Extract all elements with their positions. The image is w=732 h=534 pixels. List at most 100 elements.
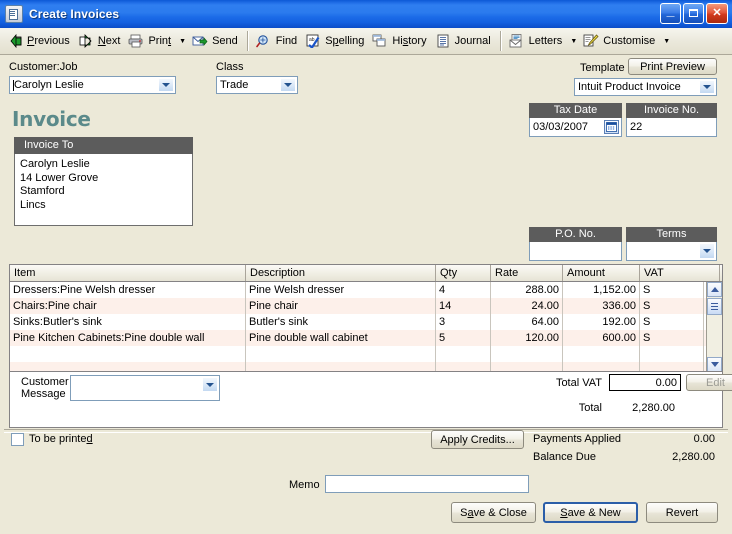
edit-vat-button[interactable]: Edit <box>686 374 732 391</box>
table-row-empty[interactable] <box>10 362 722 371</box>
toolbar-history-button[interactable]: History <box>369 31 431 52</box>
toolbar-letters-label: Letters <box>528 35 563 47</box>
invoice-no-field[interactable]: 22 <box>626 118 717 137</box>
toolbar-next-button[interactable]: Next <box>75 31 126 52</box>
tax-date-header: Tax Date <box>529 103 622 118</box>
chevron-down-icon[interactable] <box>699 243 715 259</box>
chevron-down-icon[interactable] <box>158 78 174 92</box>
cell-amount[interactable]: 600.00 <box>563 330 640 346</box>
toolbar-previous-button[interactable]: Previous <box>4 31 75 52</box>
column-header-description[interactable]: Description <box>246 265 436 281</box>
cell-qty[interactable]: 14 <box>436 298 491 314</box>
table-row[interactable]: Sinks:Butler's sink Butler's sink 3 64.0… <box>10 314 722 330</box>
column-header-amount[interactable]: Amount <box>563 265 640 281</box>
scrollbar-thumb[interactable] <box>707 298 722 315</box>
total-vat-field[interactable]: 0.00 <box>609 374 681 391</box>
template-combobox[interactable]: Intuit Product Invoice <box>574 78 717 96</box>
cell-rate[interactable]: 24.00 <box>491 298 563 314</box>
toolbar-find-button[interactable]: Find <box>253 31 302 52</box>
print-dropdown-arrow-icon[interactable]: ▼ <box>176 31 189 52</box>
save-close-button[interactable]: Save & Close <box>451 502 536 523</box>
history-windows-icon <box>372 34 388 49</box>
cell-qty[interactable]: 4 <box>436 282 491 298</box>
revert-button[interactable]: Revert <box>646 502 718 523</box>
chevron-down-icon[interactable] <box>280 78 296 92</box>
scroll-up-arrow-icon[interactable] <box>707 282 722 297</box>
cell-qty[interactable]: 5 <box>436 330 491 346</box>
column-header-rate[interactable]: Rate <box>491 265 563 281</box>
cell-vat[interactable]: S <box>640 314 704 330</box>
toolbar-spelling-button[interactable]: ab Spelling <box>302 31 369 52</box>
cell-vat[interactable]: S <box>640 298 704 314</box>
column-header-vat[interactable]: VAT <box>640 265 720 281</box>
invoice-to-address[interactable]: Carolyn Leslie 14 Lower Grove Stamford L… <box>14 154 193 226</box>
terms-combobox[interactable] <box>626 242 717 261</box>
calendar-icon[interactable] <box>604 120 619 134</box>
cell-amount[interactable]: 1,152.00 <box>563 282 640 298</box>
cell-description[interactable]: Pine double wall cabinet <box>246 330 436 346</box>
toolbar-customise-button[interactable]: Customise <box>580 31 660 52</box>
save-new-button[interactable]: Save & New <box>543 502 638 523</box>
to-be-printed-checkbox[interactable] <box>11 433 24 446</box>
edit-label: Edit <box>706 376 725 389</box>
print-preview-button[interactable]: Print Preview <box>628 58 717 75</box>
toolbar-journal-label: Journal <box>454 35 491 47</box>
cell-item[interactable]: Pine Kitchen Cabinets:Pine double wall <box>10 330 246 346</box>
cell-rate[interactable]: 64.00 <box>491 314 563 330</box>
apply-credits-button[interactable]: Apply Credits... <box>431 430 524 449</box>
customise-pencil-icon <box>583 33 599 49</box>
cell-vat[interactable]: S <box>640 282 704 298</box>
line-items-scrollbar[interactable] <box>706 282 722 371</box>
address-line: Stamford <box>20 185 65 197</box>
cell-description[interactable]: Pine chair <box>246 298 436 314</box>
cell-vat[interactable]: S <box>640 330 704 346</box>
toolbar-history-label: History <box>392 35 427 47</box>
minimize-button[interactable]: _ <box>660 3 681 24</box>
toolbar-print-button[interactable]: Print <box>125 31 176 52</box>
toolbar-letters-button[interactable]: Letters <box>506 31 568 52</box>
cell-description[interactable]: Pine Welsh dresser <box>246 282 436 298</box>
close-button[interactable]: ✕ <box>706 3 728 24</box>
memo-field[interactable] <box>325 475 529 493</box>
chevron-down-icon[interactable] <box>699 80 715 94</box>
next-arrow-icon <box>78 33 94 49</box>
cell-amount[interactable]: 192.00 <box>563 314 640 330</box>
window-titlebar: Create Invoices _ ✕ <box>0 0 732 28</box>
po-no-field[interactable] <box>529 242 622 261</box>
toolbar-journal-button[interactable]: Journal <box>432 31 496 52</box>
table-row[interactable]: Dressers:Pine Welsh dresser Pine Welsh d… <box>10 282 722 298</box>
cell-rate[interactable]: 120.00 <box>491 330 563 346</box>
customise-dropdown-arrow-icon[interactable]: ▼ <box>660 31 673 52</box>
maximize-button[interactable] <box>683 3 704 24</box>
customer-message-combobox[interactable] <box>70 375 220 401</box>
toolbar-send-button[interactable]: Send <box>189 31 243 52</box>
template-label: Template <box>580 62 625 74</box>
column-header-qty[interactable]: Qty <box>436 265 491 281</box>
cell-item[interactable]: Dressers:Pine Welsh dresser <box>10 282 246 298</box>
cell-amount[interactable]: 336.00 <box>563 298 640 314</box>
column-header-item[interactable]: Item <box>10 265 246 281</box>
tax-date-value: 03/03/2007 <box>533 121 589 133</box>
toolbar-separator-1 <box>246 31 249 51</box>
scroll-down-arrow-icon[interactable] <box>707 357 722 371</box>
class-combobox[interactable]: Trade <box>216 76 298 94</box>
table-row[interactable]: Pine Kitchen Cabinets:Pine double wall P… <box>10 330 722 346</box>
cell-rate[interactable]: 288.00 <box>491 282 563 298</box>
total-vat-value: 0.00 <box>655 376 677 389</box>
cell-description[interactable]: Butler's sink <box>246 314 436 330</box>
total-label: Total <box>578 402 602 414</box>
po-no-header: P.O. No. <box>529 227 622 242</box>
page-title: Invoice <box>12 107 91 131</box>
letters-dropdown-arrow-icon[interactable]: ▼ <box>567 31 580 52</box>
line-items-grid[interactable]: Item Description Qty Rate Amount VAT Dre… <box>9 264 723 372</box>
table-row-empty[interactable] <box>10 346 722 362</box>
table-row[interactable]: Chairs:Pine chair Pine chair 14 24.00 33… <box>10 298 722 314</box>
cell-item[interactable]: Chairs:Pine chair <box>10 298 246 314</box>
chevron-down-icon[interactable] <box>202 377 218 392</box>
toolbar-print-label: Print <box>148 35 172 47</box>
tax-date-field[interactable]: 03/03/2007 <box>529 118 622 137</box>
customer-job-combobox[interactable]: Carolyn Leslie <box>9 76 176 94</box>
cell-item[interactable]: Sinks:Butler's sink <box>10 314 246 330</box>
total-vat-label: Total VAT <box>555 377 602 389</box>
cell-qty[interactable]: 3 <box>436 314 491 330</box>
